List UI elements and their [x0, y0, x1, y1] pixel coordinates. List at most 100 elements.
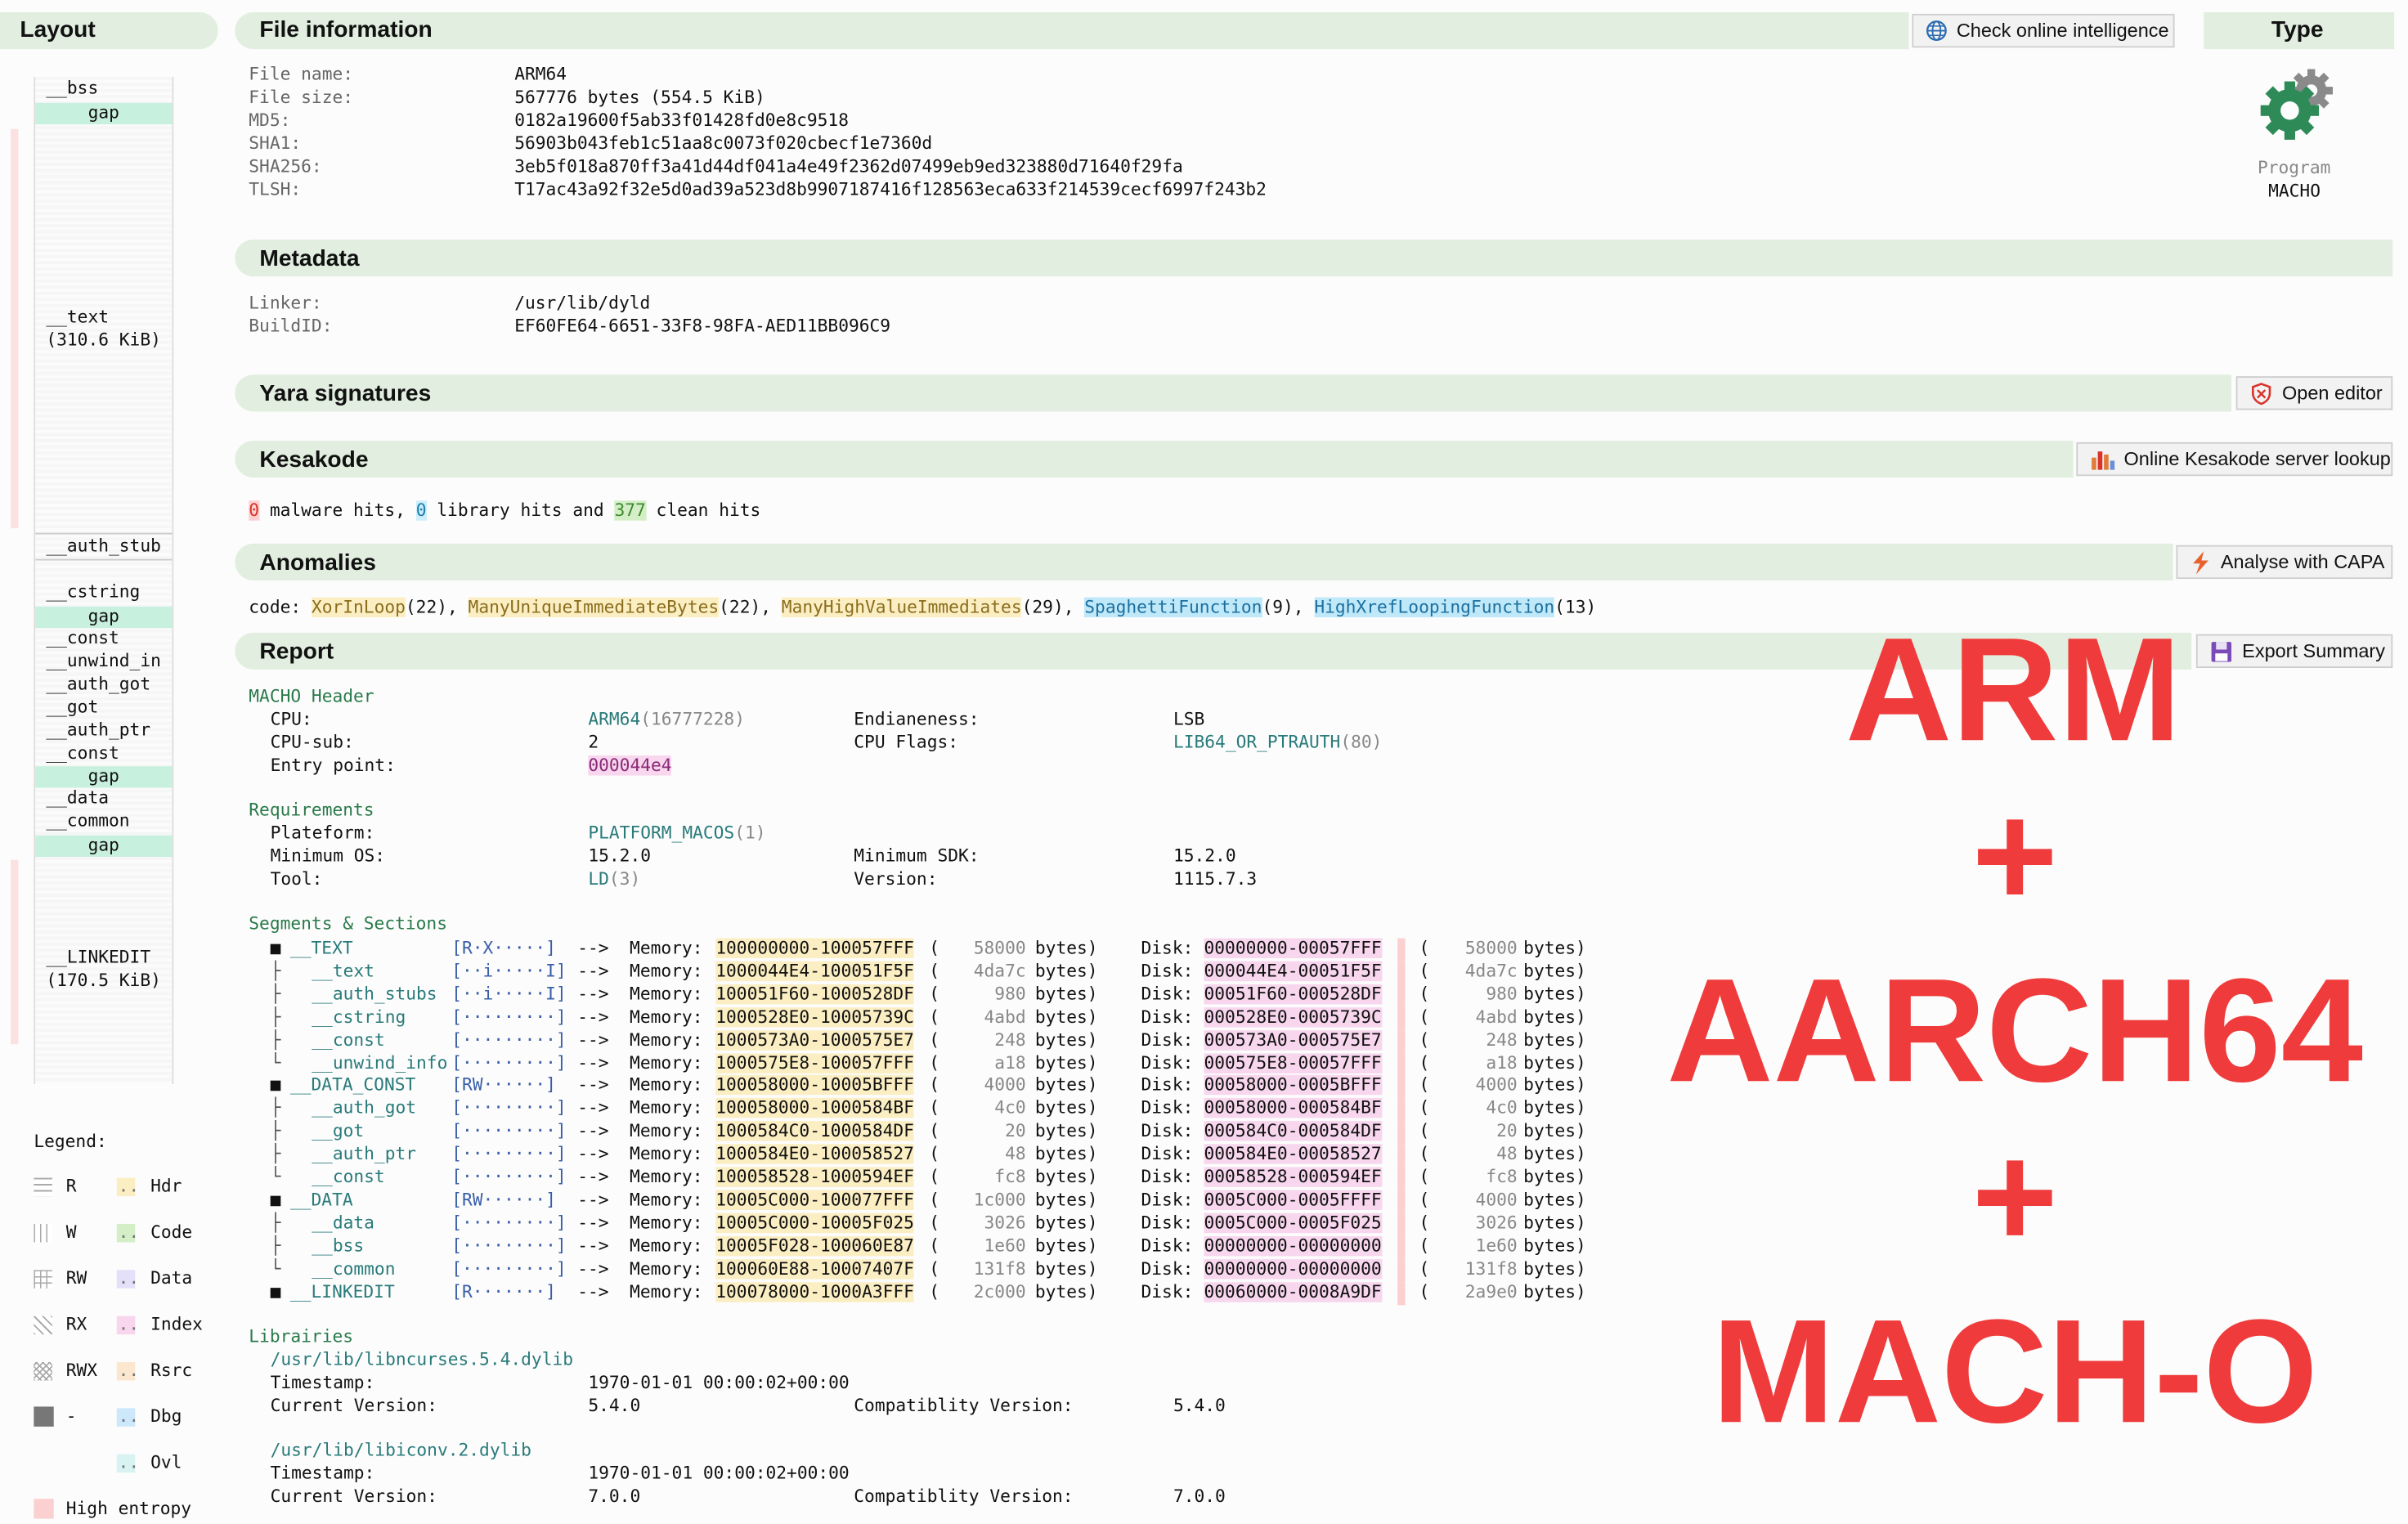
kesakode-text-2: library hits and: [426, 500, 615, 521]
bytes-word: bytes): [1523, 1052, 1586, 1073]
bytes-word: bytes): [1034, 1144, 1098, 1164]
layout-item-text[interactable]: __text: [46, 307, 109, 327]
tree-marker: ■: [270, 1075, 281, 1096]
min-sdk-value: 15.2.0: [1173, 845, 1236, 867]
legend-code: Code: [150, 1222, 193, 1243]
anomaly-xorinloop[interactable]: XorInLoop: [311, 597, 406, 618]
library-path[interactable]: /usr/lib/libncurses.5.4.dylib: [271, 1350, 573, 1369]
memory-label: Memory:: [630, 1006, 703, 1027]
segment-name: __LINKEDIT: [289, 1281, 395, 1302]
report-title: Report: [259, 639, 334, 666]
disk-size: 4da7c: [1464, 961, 1518, 981]
layout-gap[interactable]: gap: [35, 766, 173, 788]
overlay-plus: +: [1971, 773, 2058, 939]
layout-item-common[interactable]: __common: [46, 811, 129, 831]
segment-name: __TEXT: [289, 938, 353, 958]
legend-w: W: [65, 1222, 77, 1243]
kesakode-lookup-button[interactable]: Online Kesakode server lookup: [2076, 442, 2393, 477]
tree-marker: └: [270, 1258, 281, 1279]
memory-size: 1c000: [973, 1190, 1026, 1210]
cpu-value: ARM64(16777228): [588, 710, 745, 729]
anomalies-header-bar: [235, 543, 2173, 580]
entropy-bar: [1397, 1190, 1406, 1213]
overlay-mach-o: MACH-O: [1711, 1289, 2318, 1455]
endian-label: Endianeness:: [854, 709, 980, 730]
library-compat-version-value: 5.4.0: [1173, 1396, 1226, 1416]
legend-rx: RX: [65, 1314, 87, 1335]
bytes-word: bytes): [1523, 1190, 1586, 1210]
malware-hits-count: 0: [249, 500, 260, 521]
entropy-bar: [1397, 1167, 1406, 1190]
memory-size: 4da7c: [973, 961, 1026, 981]
memory-size: 20: [1005, 1121, 1026, 1141]
arrow: -->: [577, 1212, 609, 1233]
layout-item-auth-stub[interactable]: __auth_stub: [46, 536, 161, 555]
open-editor-button[interactable]: Open editor: [2235, 376, 2393, 410]
layout-gap[interactable]: gap: [35, 102, 173, 125]
memory-label: Memory:: [630, 1098, 703, 1118]
layout-item-linkedit[interactable]: __LINKEDIT: [46, 948, 150, 967]
gear-icon: [2256, 65, 2338, 145]
anomaly-high-xref-looping-function[interactable]: HighXrefLoopingFunction: [1314, 597, 1555, 618]
md5-value: 0182a19600f5ab33f01428fd0e8c9518: [514, 110, 849, 131]
disk-range: 000528E0-0005739C: [1204, 1006, 1382, 1027]
anomaly-many-high-value-immediates[interactable]: ManyHighValueImmediates: [781, 597, 1022, 618]
export-summary-button[interactable]: Export Summary: [2195, 634, 2393, 669]
kesakode-summary: 0 malware hits, 0 library hits and 377 c…: [249, 500, 760, 521]
segment-name: __unwind_info: [312, 1052, 448, 1073]
disk-label: Disk:: [1141, 1121, 1194, 1141]
layout-item-auth-got[interactable]: __auth_got: [46, 675, 150, 694]
bytes-word: bytes): [1034, 938, 1098, 958]
tree-marker: └: [270, 1052, 281, 1073]
disk-label: Disk:: [1141, 1190, 1194, 1210]
layout-gap[interactable]: gap: [35, 835, 173, 858]
type-title: Type: [2271, 16, 2324, 43]
segment-name: __DATA_CONST: [289, 1075, 416, 1096]
memory-size: 131f8: [973, 1258, 1026, 1279]
memory-range: 10005F028-100060E87: [715, 1235, 914, 1256]
layout-item-got[interactable]: __got: [46, 697, 98, 717]
disk-range: 00058000-0005BFFF: [1204, 1075, 1382, 1096]
segment-name: __common: [312, 1258, 396, 1279]
memory-range: 100078000-1000A3FFF: [715, 1281, 914, 1302]
entry-point-value[interactable]: 000044e4: [588, 755, 672, 776]
layout-item-bss[interactable]: __bss: [46, 78, 98, 98]
libraries-title: Librairies: [249, 1326, 354, 1347]
memory-label: Memory:: [630, 1235, 703, 1256]
memory-size: 1e60: [984, 1235, 1026, 1256]
file-name-label: File name:: [249, 64, 354, 85]
layout-map[interactable]: [34, 76, 174, 1085]
library-path[interactable]: /usr/lib/libiconv.2.dylib: [271, 1441, 531, 1460]
layout-item-const-2[interactable]: __const: [46, 743, 119, 763]
anomaly-spaghetti-function[interactable]: SpaghettiFunction: [1084, 597, 1262, 618]
layout-item-auth-ptr[interactable]: __auth_ptr: [46, 720, 150, 740]
memory-range: 1000584C0-1000584DF: [715, 1121, 914, 1141]
platform-label: Plateform:: [270, 823, 375, 844]
segment-flags: [·········]: [451, 1121, 567, 1141]
layout-item-cstring[interactable]: __cstring: [46, 582, 140, 602]
layout-item-data[interactable]: __data: [46, 788, 109, 808]
anomalies-title: Anomalies: [259, 549, 376, 576]
memory-range: 10005C000-10005F025: [715, 1212, 914, 1233]
legend-title: Legend:: [34, 1132, 107, 1152]
bytes-word: bytes): [1523, 1075, 1586, 1096]
bytes-word: bytes): [1034, 1212, 1098, 1233]
disk-range: 0005C000-0005FFFF: [1204, 1190, 1382, 1210]
analyse-with-capa-button[interactable]: Analyse with CAPA: [2176, 545, 2393, 580]
legend-high-entropy: High entropy: [65, 1499, 192, 1519]
segment-name: __const: [312, 1167, 385, 1187]
shield-icon: [2250, 382, 2273, 405]
layout-item-const[interactable]: __const: [46, 628, 119, 648]
disk-size: 980: [1486, 984, 1518, 1004]
memory-size: a18: [994, 1052, 1026, 1073]
memory-range: 100051F60-1000528DF: [715, 984, 914, 1004]
anomaly-count: (22),: [719, 597, 782, 618]
layout-item-unwind-info[interactable]: __unwind_in: [46, 651, 161, 670]
disk-range: 000584C0-000584DF: [1204, 1121, 1382, 1141]
legend-hdr: Hdr: [150, 1176, 182, 1197]
anomaly-many-unique-immediate-bytes[interactable]: ManyUniqueImmediateBytes: [468, 597, 720, 618]
layout-gap[interactable]: gap: [35, 606, 173, 629]
check-online-intelligence-button[interactable]: Check online intelligence: [1912, 13, 2175, 48]
bar-chart-icon: [2090, 448, 2115, 470]
memory-range: 100000000-100057FFF: [715, 938, 914, 958]
